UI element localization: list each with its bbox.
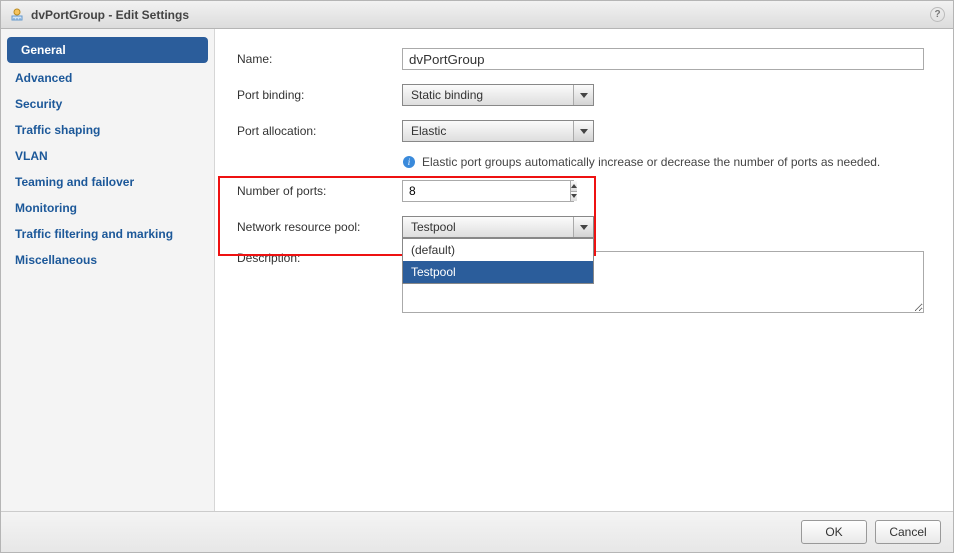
nrp-value: Testpool (403, 220, 573, 234)
portgroup-icon (9, 7, 25, 23)
info-icon: i (402, 155, 416, 169)
dialog-window: dvPortGroup - Edit Settings ? General Ad… (0, 0, 954, 553)
port-binding-dropdown[interactable]: Static binding (402, 84, 594, 106)
sidebar-item-teaming-failover[interactable]: Teaming and failover (1, 169, 214, 195)
port-allocation-value: Elastic (403, 124, 573, 138)
num-ports-up-button[interactable] (571, 181, 577, 192)
dialog-title: dvPortGroup - Edit Settings (31, 8, 930, 22)
port-allocation-dropdown[interactable]: Elastic (402, 120, 594, 142)
nrp-dropdown[interactable]: Testpool (402, 216, 594, 238)
sidebar: General Advanced Security Traffic shapin… (1, 29, 215, 511)
content-pane: Name: Port binding: Static binding Port … (215, 29, 953, 511)
chevron-down-icon (571, 194, 577, 198)
chevron-up-icon (571, 184, 577, 188)
dialog-footer: OK Cancel (1, 511, 953, 552)
port-allocation-label: Port allocation: (237, 124, 402, 138)
help-icon[interactable]: ? (930, 7, 945, 22)
sidebar-item-miscellaneous[interactable]: Miscellaneous (1, 247, 214, 273)
num-ports-label: Number of ports: (237, 184, 402, 198)
nrp-dropdown-popup: (default) Testpool (402, 238, 594, 284)
sidebar-item-monitoring[interactable]: Monitoring (1, 195, 214, 221)
ok-button[interactable]: OK (801, 520, 867, 544)
sidebar-item-traffic-filtering[interactable]: Traffic filtering and marking (1, 221, 214, 247)
nrp-option-default[interactable]: (default) (403, 239, 593, 261)
num-ports-input[interactable] (403, 181, 570, 201)
nrp-option-testpool[interactable]: Testpool (403, 261, 593, 283)
port-binding-value: Static binding (403, 88, 573, 102)
chevron-down-icon (573, 217, 593, 237)
info-text: Elastic port groups automatically increa… (422, 155, 880, 169)
sidebar-item-security[interactable]: Security (1, 91, 214, 117)
chevron-down-icon (573, 85, 593, 105)
sidebar-item-vlan[interactable]: VLAN (1, 143, 214, 169)
name-input[interactable] (402, 48, 924, 70)
chevron-down-icon (573, 121, 593, 141)
name-label: Name: (237, 52, 402, 66)
dialog-body: General Advanced Security Traffic shapin… (1, 29, 953, 511)
cancel-button[interactable]: Cancel (875, 520, 941, 544)
titlebar: dvPortGroup - Edit Settings ? (1, 1, 953, 29)
sidebar-item-traffic-shaping[interactable]: Traffic shaping (1, 117, 214, 143)
num-ports-stepper (402, 180, 574, 202)
num-ports-down-button[interactable] (571, 192, 577, 202)
port-binding-label: Port binding: (237, 88, 402, 102)
description-label: Description: (237, 251, 402, 265)
nrp-label: Network resource pool: (237, 220, 402, 234)
sidebar-item-general[interactable]: General (7, 37, 208, 63)
sidebar-item-advanced[interactable]: Advanced (1, 65, 214, 91)
